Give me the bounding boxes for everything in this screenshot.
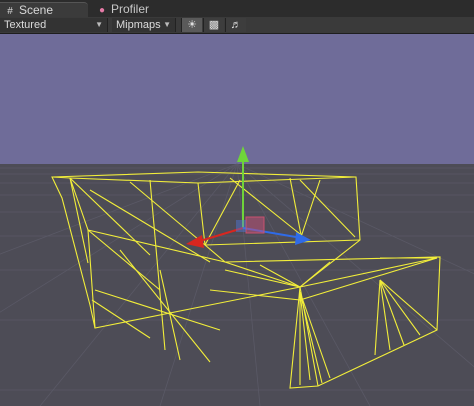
tab-profiler[interactable]: ● Profiler	[92, 2, 182, 17]
scene-toolbar: Textured ▼ Mipmaps ▼ ☀ ▩ ♬	[0, 17, 474, 34]
tab-scene-label: Scene	[19, 3, 54, 17]
editor-tab-bar: # Scene ● Profiler	[0, 0, 474, 18]
texture-mode-dropdown[interactable]: Mipmaps ▼	[112, 18, 176, 32]
ground-plane	[0, 164, 474, 406]
gizmo-center-handle[interactable]	[245, 216, 265, 234]
sun-icon: ☀	[187, 19, 197, 31]
profiler-icon: ●	[98, 5, 106, 16]
sky	[0, 34, 474, 164]
lighting-toggle-button[interactable]: ☀	[181, 18, 202, 32]
image-icon: ▩	[208, 19, 220, 31]
scene-viewport[interactable]	[0, 34, 474, 406]
render-mode-value: Textured	[4, 19, 47, 31]
effects-toggle-button[interactable]: ▩	[203, 18, 224, 32]
speaker-icon: ♬	[230, 19, 242, 31]
dropdown-arrow-icon: ▼	[95, 20, 103, 29]
render-mode-dropdown[interactable]: Textured ▼	[0, 18, 108, 32]
audio-toggle-button[interactable]: ♬	[225, 18, 246, 32]
dropdown-arrow-icon: ▼	[163, 20, 171, 29]
tab-profiler-label: Profiler	[111, 2, 150, 16]
texture-mode-value: Mipmaps	[116, 19, 161, 31]
gizmo-plane-handle[interactable]	[236, 220, 246, 232]
tab-scene[interactable]: # Scene	[0, 2, 88, 18]
